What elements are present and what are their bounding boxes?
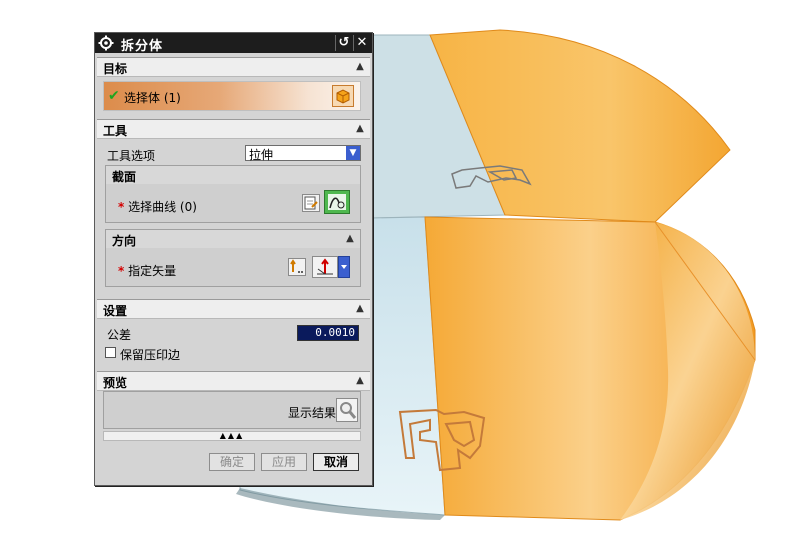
group-tool-header[interactable]: 工具 ▲ xyxy=(97,119,370,139)
vector-dialog-icon[interactable] xyxy=(312,256,338,278)
curve-select-icon[interactable] xyxy=(324,190,350,214)
group-tool-label: 工具 xyxy=(103,124,128,138)
chevron-up-icon[interactable]: ▲ xyxy=(352,373,368,388)
select-body-row[interactable]: ✔ 选择体 (1) xyxy=(103,81,361,111)
select-body-label: 选择体 (1) xyxy=(124,91,181,105)
show-result-label: 显示结果 xyxy=(288,406,337,420)
group-settings-header[interactable]: 设置 ▲ xyxy=(97,299,370,319)
section-header[interactable]: 截面 xyxy=(106,166,360,184)
direction-header[interactable]: 方向 ▲ xyxy=(106,230,360,248)
keep-imprint-checkbox[interactable] xyxy=(105,347,116,358)
dropdown-arrow-icon[interactable]: ▼ xyxy=(346,146,360,160)
chevron-up-icon[interactable]: ▲ xyxy=(352,301,368,316)
chevron-up-icon[interactable]: ▲ xyxy=(352,121,368,136)
select-curve-label: 选择曲线 (0) xyxy=(128,200,197,214)
required-marker: * xyxy=(118,264,125,278)
group-target-label: 目标 xyxy=(103,62,128,76)
group-preview-label: 预览 xyxy=(103,376,128,390)
chevron-up-icon[interactable]: ▲ xyxy=(342,231,358,246)
check-icon: ✔ xyxy=(108,88,120,104)
tolerance-input[interactable]: 0.0010 xyxy=(297,325,359,341)
select-curve-row[interactable]: * 选择曲线 (0) xyxy=(118,198,197,215)
magnifier-icon[interactable] xyxy=(336,398,358,422)
dialog-titlebar[interactable]: 拆分体 ↺ ✕ xyxy=(95,33,372,54)
section-panel: 截面 * 选择曲线 (0) xyxy=(105,165,361,223)
tool-option-select[interactable]: 拉伸 ▼ xyxy=(245,145,361,162)
required-marker: * xyxy=(118,200,125,214)
expand-more-icon[interactable]: ▲▲▲ xyxy=(103,431,361,441)
apply-button[interactable]: 应用 xyxy=(261,453,307,471)
chevron-up-icon[interactable]: ▲ xyxy=(352,59,368,74)
group-settings-label: 设置 xyxy=(103,304,128,318)
reverse-direction-icon[interactable] xyxy=(288,258,306,276)
ok-button[interactable]: 确定 xyxy=(209,453,255,471)
split-body-dialog: 拆分体 ↺ ✕ 目标 ▲ ✔ 选择体 (1) 工具 ▲ 工具选项 拉伸 ▼ 截面… xyxy=(94,32,373,486)
specify-vector-row[interactable]: * 指定矢量 xyxy=(118,262,176,279)
keep-imprint-label: 保留压印边 xyxy=(120,348,181,362)
cancel-button[interactable]: 取消 xyxy=(313,453,359,471)
gear-icon[interactable] xyxy=(98,35,114,51)
close-icon[interactable]: ✕ xyxy=(353,35,370,51)
tool-option-label: 工具选项 xyxy=(107,149,156,163)
section-label: 截面 xyxy=(112,170,137,184)
group-target-header[interactable]: 目标 ▲ xyxy=(97,57,370,77)
vector-dropdown-icon[interactable] xyxy=(338,256,350,278)
direction-panel: 方向 ▲ * 指定矢量 xyxy=(105,229,361,287)
direction-label: 方向 xyxy=(112,234,137,248)
dialog-title: 拆分体 xyxy=(121,39,164,54)
preview-panel: 显示结果 xyxy=(103,391,361,429)
tolerance-label: 公差 xyxy=(107,328,132,342)
reset-icon[interactable]: ↺ xyxy=(335,35,352,51)
solid-body-icon[interactable] xyxy=(332,85,354,107)
specify-vector-label: 指定矢量 xyxy=(128,264,177,278)
tool-option-value: 拉伸 xyxy=(249,148,274,162)
group-preview-header[interactable]: 预览 ▲ xyxy=(97,371,370,391)
sketch-section-icon[interactable] xyxy=(302,194,320,212)
